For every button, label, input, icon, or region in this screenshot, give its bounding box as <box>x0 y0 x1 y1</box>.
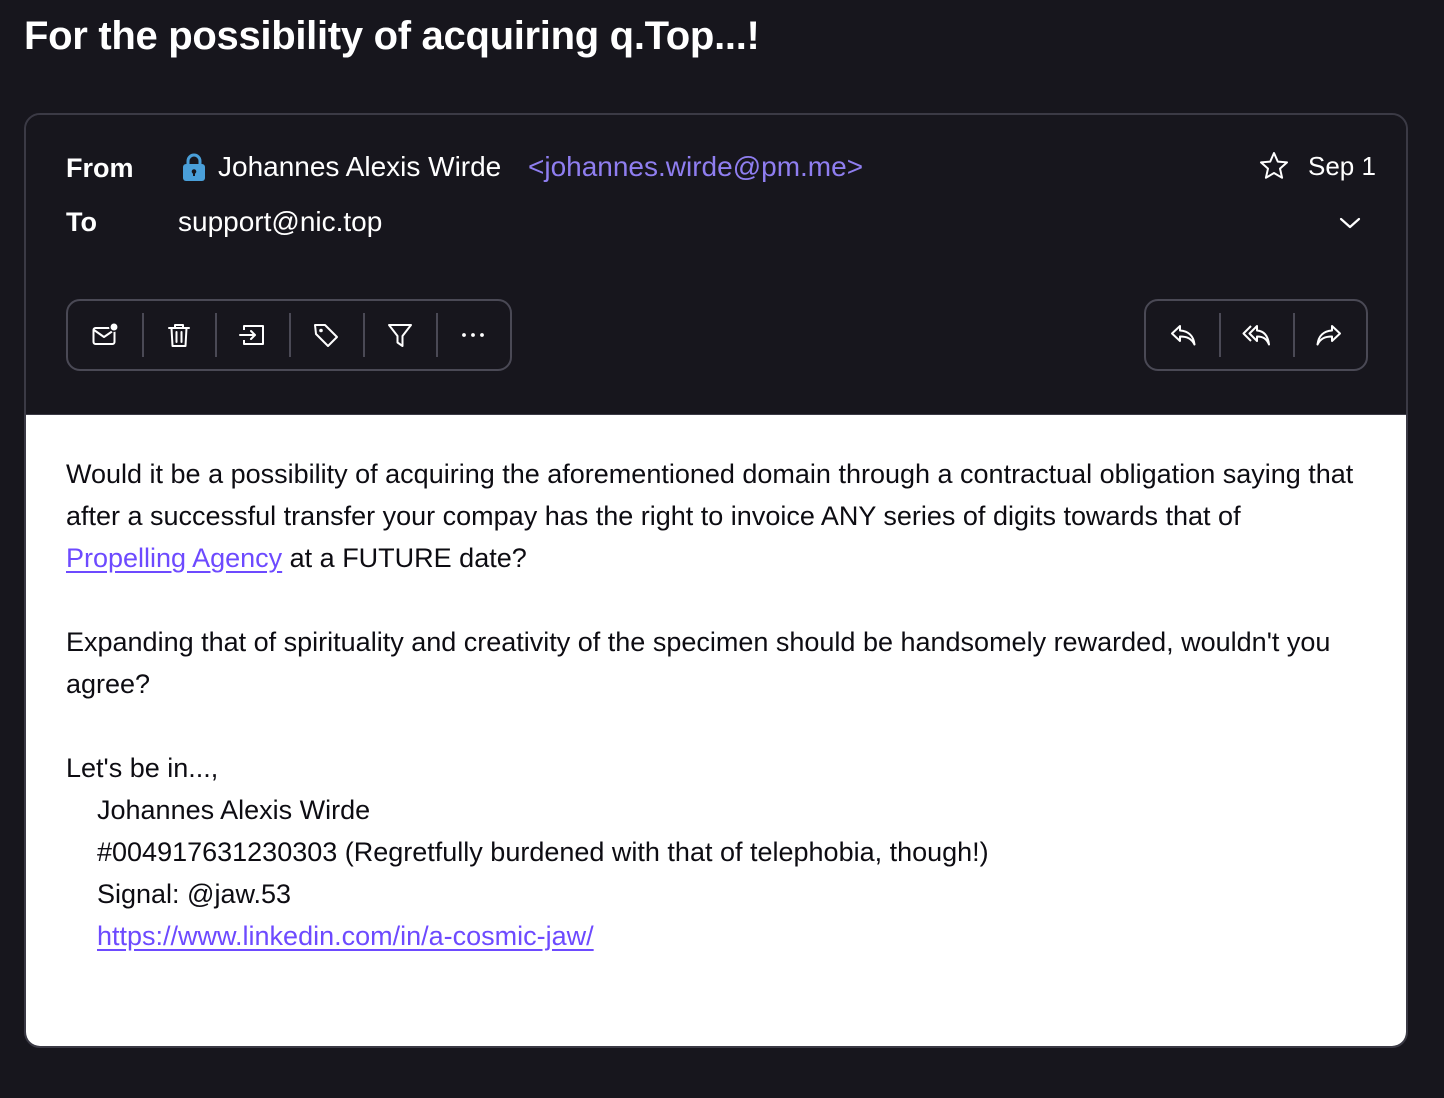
move-to-folder-button[interactable] <box>215 301 289 369</box>
paragraph-1-end-text: at a FUTURE date? <box>282 543 527 573</box>
delete-button[interactable] <box>141 301 216 369</box>
reply-icon <box>1170 325 1196 346</box>
trash-icon <box>167 324 190 347</box>
from-label: From <box>66 153 134 183</box>
signoff-text: Let's be in..., <box>66 753 219 783</box>
email-subject: For the possibility of acquiring q.Top..… <box>24 14 760 58</box>
mark-unread-button[interactable] <box>68 301 142 369</box>
linkedin-link[interactable]: https://www.linkedin.com/in/a-cosmic-jaw… <box>97 921 594 951</box>
recipient-address[interactable]: support@nic.top <box>178 206 382 238</box>
label-button[interactable] <box>289 301 363 369</box>
mark-unread-icon <box>92 322 119 345</box>
body-paragraph-1: Would it be a possibility of acquiring t… <box>66 453 1366 579</box>
signature-signal: Signal: @jaw.53 <box>97 879 292 909</box>
reply-all-button[interactable] <box>1219 301 1292 369</box>
label-tag-icon <box>313 324 338 347</box>
signature-phone: #004917631230303 (Regretfully burdened w… <box>97 837 989 867</box>
reply-button[interactable] <box>1146 301 1219 369</box>
chevron-down-icon[interactable] <box>1338 211 1362 235</box>
propelling-agency-link[interactable]: Propelling Agency <box>66 543 282 573</box>
message-content: Would it be a possibility of acquiring t… <box>66 453 1366 957</box>
filter-icon <box>387 324 412 347</box>
filter-button[interactable] <box>362 301 437 369</box>
more-options-icon <box>462 333 485 337</box>
star-icon[interactable] <box>1258 150 1290 182</box>
move-to-folder-icon <box>239 325 265 345</box>
sender-address[interactable]: <johannes.wirde@pm.me> <box>528 151 863 183</box>
message-body: Would it be a possibility of acquiring t… <box>26 415 1406 1046</box>
sender-name[interactable]: Johannes Alexis Wirde <box>218 151 501 183</box>
to-label: To <box>66 207 97 237</box>
paragraph-1-text: Would it be a possibility of acquiring t… <box>66 459 1354 531</box>
reply-actions-toolbar <box>1144 299 1368 371</box>
lock-icon[interactable] <box>180 152 208 182</box>
reply-all-icon <box>1242 325 1270 346</box>
more-options-button[interactable] <box>436 301 510 369</box>
message-header: From Johannes Alexis Wirde <johannes.wir… <box>26 115 1406 415</box>
signature-name: Johannes Alexis Wirde <box>97 795 371 825</box>
message-actions-toolbar <box>66 299 512 371</box>
forward-icon <box>1316 325 1342 346</box>
message-card: From Johannes Alexis Wirde <johannes.wir… <box>24 113 1408 1048</box>
body-paragraph-2: Expanding that of spirituality and creat… <box>66 627 1331 699</box>
forward-button[interactable] <box>1292 301 1366 369</box>
signature-linkedin-row: https://www.linkedin.com/in/a-cosmic-jaw… <box>66 915 1366 957</box>
message-date: Sep 1 <box>1308 151 1376 181</box>
